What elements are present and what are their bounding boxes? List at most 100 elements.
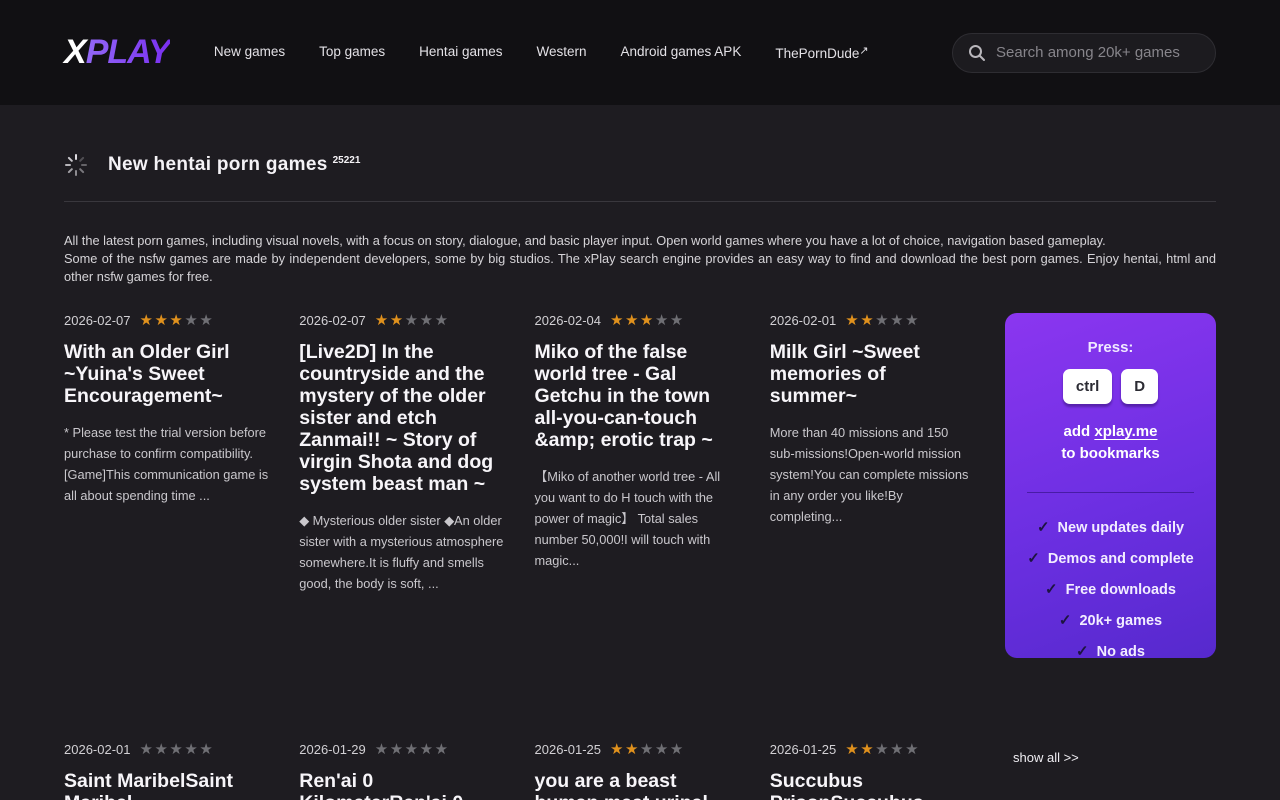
add-label: add bbox=[1064, 423, 1091, 440]
game-card: 2026-02-04★★★★★ Miko of the false world … bbox=[535, 313, 740, 658]
game-card: 2026-02-07 ★★★★★ With an Older Girl ~Yuin… bbox=[64, 313, 269, 658]
to-bookmarks-label: to bookmarks bbox=[1061, 445, 1159, 462]
check-icon: ✓ bbox=[1045, 581, 1058, 598]
loading-spinner-icon bbox=[64, 153, 88, 177]
star-icon: ★ bbox=[610, 312, 625, 329]
game-card: 2026-01-25 ★★★★★ Succubus PrisonSuccubus … bbox=[770, 742, 975, 800]
feature-item: ✓No ads bbox=[1021, 642, 1200, 660]
star-icon: ★ bbox=[390, 741, 405, 758]
game-date: 2026-02-04 bbox=[535, 313, 602, 328]
star-icon: ★ bbox=[905, 741, 920, 758]
game-date: 2026-01-25 bbox=[770, 742, 837, 757]
check-icon: ✓ bbox=[1027, 550, 1040, 567]
star-icon: ★ bbox=[625, 741, 640, 758]
star-rating: ★★★★★ bbox=[375, 313, 450, 328]
nav-western[interactable]: Western bbox=[536, 44, 586, 61]
star-icon: ★ bbox=[184, 741, 199, 758]
star-icon: ★ bbox=[390, 312, 405, 329]
star-rating: ★★★★★ bbox=[610, 742, 685, 757]
star-icon: ★ bbox=[845, 741, 860, 758]
game-date: 2026-01-29 bbox=[299, 742, 366, 757]
game-date: 2026-02-07 bbox=[64, 313, 131, 328]
nav-hentai-games[interactable]: Hentai games bbox=[419, 44, 502, 61]
star-icon: ★ bbox=[420, 741, 435, 758]
star-icon: ★ bbox=[625, 312, 640, 329]
feature-item: ✓Demos and complete bbox=[1021, 549, 1200, 567]
game-card: 2026-02-01★★★★★ Saint MaribelSaint Marib… bbox=[64, 742, 269, 800]
press-label: Press: bbox=[1021, 339, 1200, 356]
game-title[interactable]: you are a beast human meat urinal ~ tane… bbox=[535, 770, 740, 800]
bookmark-promo-card: Press: ctrl D add xplay.me to bookmarks … bbox=[1005, 313, 1216, 658]
game-card: 2026-01-29★★★★★ Ren'ai 0 KilometerRen'ai… bbox=[299, 742, 504, 800]
ctrl-key: ctrl bbox=[1063, 369, 1112, 404]
game-description: * Please test the trial version before p… bbox=[64, 422, 269, 506]
star-icon: ★ bbox=[670, 741, 685, 758]
nav-android-games-apk[interactable]: Android games APK bbox=[621, 44, 742, 61]
game-date: 2026-02-01 bbox=[770, 313, 837, 328]
xplay-me-link[interactable]: xplay.me bbox=[1094, 423, 1157, 440]
star-rating: ★★★★★ bbox=[375, 742, 450, 757]
star-icon: ★ bbox=[375, 741, 390, 758]
nav-new-games[interactable]: New games bbox=[214, 44, 285, 61]
feature-list: ✓New updates daily ✓Demos and complete ✓… bbox=[1021, 518, 1200, 660]
game-description: More than 40 missions and 150 sub-missio… bbox=[770, 422, 975, 527]
game-title[interactable]: Saint MaribelSaint Maribel bbox=[64, 770, 269, 800]
page-title: New hentai porn games25221 bbox=[108, 154, 360, 176]
star-icon: ★ bbox=[655, 312, 670, 329]
search-bar[interactable] bbox=[952, 33, 1216, 73]
star-icon: ★ bbox=[640, 741, 655, 758]
external-link-icon: ↗ bbox=[859, 45, 868, 57]
star-icon: ★ bbox=[199, 741, 214, 758]
search-icon bbox=[968, 44, 986, 62]
games-grid: 2026-02-07★★★★★ With an Older Girl ~Yuin… bbox=[64, 313, 1216, 800]
star-icon: ★ bbox=[140, 312, 155, 329]
main-nav: New games Top games Hentai games Western… bbox=[214, 44, 869, 61]
star-rating: ★★★★★ bbox=[140, 742, 215, 757]
star-icon: ★ bbox=[375, 312, 390, 329]
game-title[interactable]: Ren'ai 0 KilometerRen'ai 0 Kilometer bbox=[299, 770, 504, 800]
star-icon: ★ bbox=[890, 312, 905, 329]
star-icon: ★ bbox=[610, 741, 625, 758]
star-icon: ★ bbox=[199, 312, 214, 329]
heading-divider bbox=[64, 201, 1216, 202]
game-title[interactable]: Succubus PrisonSuccubus Prison bbox=[770, 770, 975, 800]
nav-theporndude[interactable]: ThePornDude↗ bbox=[775, 44, 868, 61]
star-icon: ★ bbox=[140, 741, 155, 758]
check-icon: ✓ bbox=[1076, 643, 1089, 660]
feature-item: ✓20k+ games bbox=[1021, 611, 1200, 629]
feature-item: ✓Free downloads bbox=[1021, 580, 1200, 598]
check-icon: ✓ bbox=[1037, 519, 1050, 536]
game-title[interactable]: [Live2D] In the countryside and the myst… bbox=[299, 341, 504, 495]
logo-play: PLAY bbox=[86, 33, 170, 71]
promo-divider bbox=[1027, 492, 1194, 493]
page-heading-row: New hentai porn games25221 bbox=[64, 153, 1216, 177]
game-title[interactable]: Milk Girl ~Sweet memories of summer~ bbox=[770, 341, 975, 407]
star-rating: ★★★★★ bbox=[140, 313, 215, 328]
game-title[interactable]: With an Older Girl ~Yuina's Sweet Encour… bbox=[64, 341, 269, 407]
game-date: 2026-01-25 bbox=[535, 742, 602, 757]
star-icon: ★ bbox=[405, 741, 420, 758]
d-key: D bbox=[1121, 369, 1158, 404]
star-rating: ★★★★★ bbox=[845, 742, 920, 757]
star-icon: ★ bbox=[640, 312, 655, 329]
star-icon: ★ bbox=[670, 312, 685, 329]
search-input[interactable] bbox=[996, 44, 1200, 61]
intro-text: All the latest porn games, including vis… bbox=[64, 232, 1216, 286]
game-card: 2026-02-07 ★★★★★ [Live2D] In the countrys… bbox=[299, 313, 504, 658]
site-logo[interactable]: XPLAY bbox=[64, 33, 170, 72]
header: XPLAY New games Top games Hentai games W… bbox=[0, 0, 1280, 105]
star-rating: ★★★★★ bbox=[845, 313, 920, 328]
main-content: New hentai porn games25221 All the lates… bbox=[0, 105, 1280, 800]
game-date: 2026-02-07 bbox=[299, 313, 366, 328]
star-icon: ★ bbox=[184, 312, 199, 329]
nav-top-games[interactable]: Top games bbox=[319, 44, 385, 61]
show-all-link[interactable]: show all >> bbox=[1005, 742, 1216, 800]
logo-x: X bbox=[64, 33, 86, 71]
star-icon: ★ bbox=[860, 741, 875, 758]
star-icon: ★ bbox=[420, 312, 435, 329]
star-icon: ★ bbox=[435, 741, 450, 758]
star-icon: ★ bbox=[890, 741, 905, 758]
game-title[interactable]: Miko of the false world tree - Gal Getch… bbox=[535, 341, 740, 451]
check-icon: ✓ bbox=[1059, 612, 1072, 629]
games-count-badge: 25221 bbox=[333, 155, 361, 166]
